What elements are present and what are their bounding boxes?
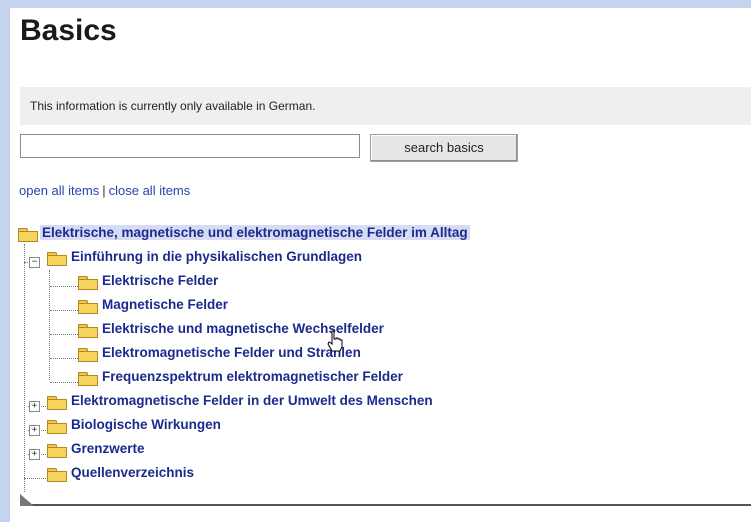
folder-icon — [78, 275, 98, 290]
tree-line — [50, 382, 78, 383]
tree-line — [24, 244, 25, 492]
tree-line — [50, 358, 78, 359]
tree-root[interactable]: Elektrische, magnetische und elektromagn… — [18, 224, 470, 242]
content-panel: Basics This information is currently onl… — [10, 8, 751, 522]
tree-line — [50, 334, 78, 335]
folder-icon — [78, 299, 98, 314]
tree-line — [50, 286, 78, 287]
tree-item[interactable]: Biologische Wirkungen — [47, 416, 221, 434]
tree-item-label[interactable]: Magnetische Felder — [102, 297, 228, 312]
folder-icon — [78, 347, 98, 362]
expand-toggle-icon[interactable]: + — [29, 449, 40, 460]
tree-item[interactable]: Elektromagnetische Felder in der Umwelt … — [47, 392, 433, 410]
hand-cursor-icon — [327, 330, 343, 352]
tree-line — [50, 310, 78, 311]
open-folder-icon — [47, 251, 67, 266]
open-folder-icon — [18, 227, 38, 242]
tree-item[interactable]: Quellenverzeichnis — [47, 464, 194, 482]
tree-item[interactable]: Einführung in die physikalischen Grundla… — [47, 248, 362, 266]
folder-icon — [47, 395, 67, 410]
tree-item-label[interactable]: Elektromagnetische Felder in der Umwelt … — [71, 393, 433, 408]
topic-tree: Elektrische, magnetische und elektromagn… — [10, 8, 751, 522]
folder-icon — [47, 467, 67, 482]
tree-item[interactable]: Grenzwerte — [47, 440, 145, 458]
tree-item[interactable]: Elektrische Felder — [78, 272, 218, 290]
folder-icon — [78, 371, 98, 386]
expand-toggle-icon[interactable]: + — [29, 401, 40, 412]
bottom-divider — [20, 494, 751, 506]
tree-item[interactable]: Elektromagnetische Felder und Strahlen — [78, 344, 361, 362]
tree-item-label[interactable]: Grenzwerte — [71, 441, 145, 456]
tree-item[interactable]: Frequenzspektrum elektromagnetischer Fel… — [78, 368, 403, 386]
tree-item-label[interactable]: Biologische Wirkungen — [71, 417, 221, 432]
folder-icon — [47, 443, 67, 458]
tree-item[interactable]: Magnetische Felder — [78, 296, 228, 314]
tree-line — [24, 478, 46, 479]
folder-icon — [78, 323, 98, 338]
tree-item-label[interactable]: Elektrische Felder — [102, 273, 218, 288]
tree-root-label[interactable]: Elektrische, magnetische und elektromagn… — [40, 225, 470, 240]
collapse-toggle-icon[interactable]: − — [29, 257, 40, 268]
tree-item-label[interactable]: Quellenverzeichnis — [71, 465, 194, 480]
folder-icon — [47, 419, 67, 434]
tree-item-label[interactable]: Einführung in die physikalischen Grundla… — [71, 249, 362, 264]
tree-item-label[interactable]: Frequenzspektrum elektromagnetischer Fel… — [102, 369, 403, 384]
tree-item-label[interactable]: Elektromagnetische Felder und Strahlen — [102, 345, 361, 360]
expand-toggle-icon[interactable]: + — [29, 425, 40, 436]
